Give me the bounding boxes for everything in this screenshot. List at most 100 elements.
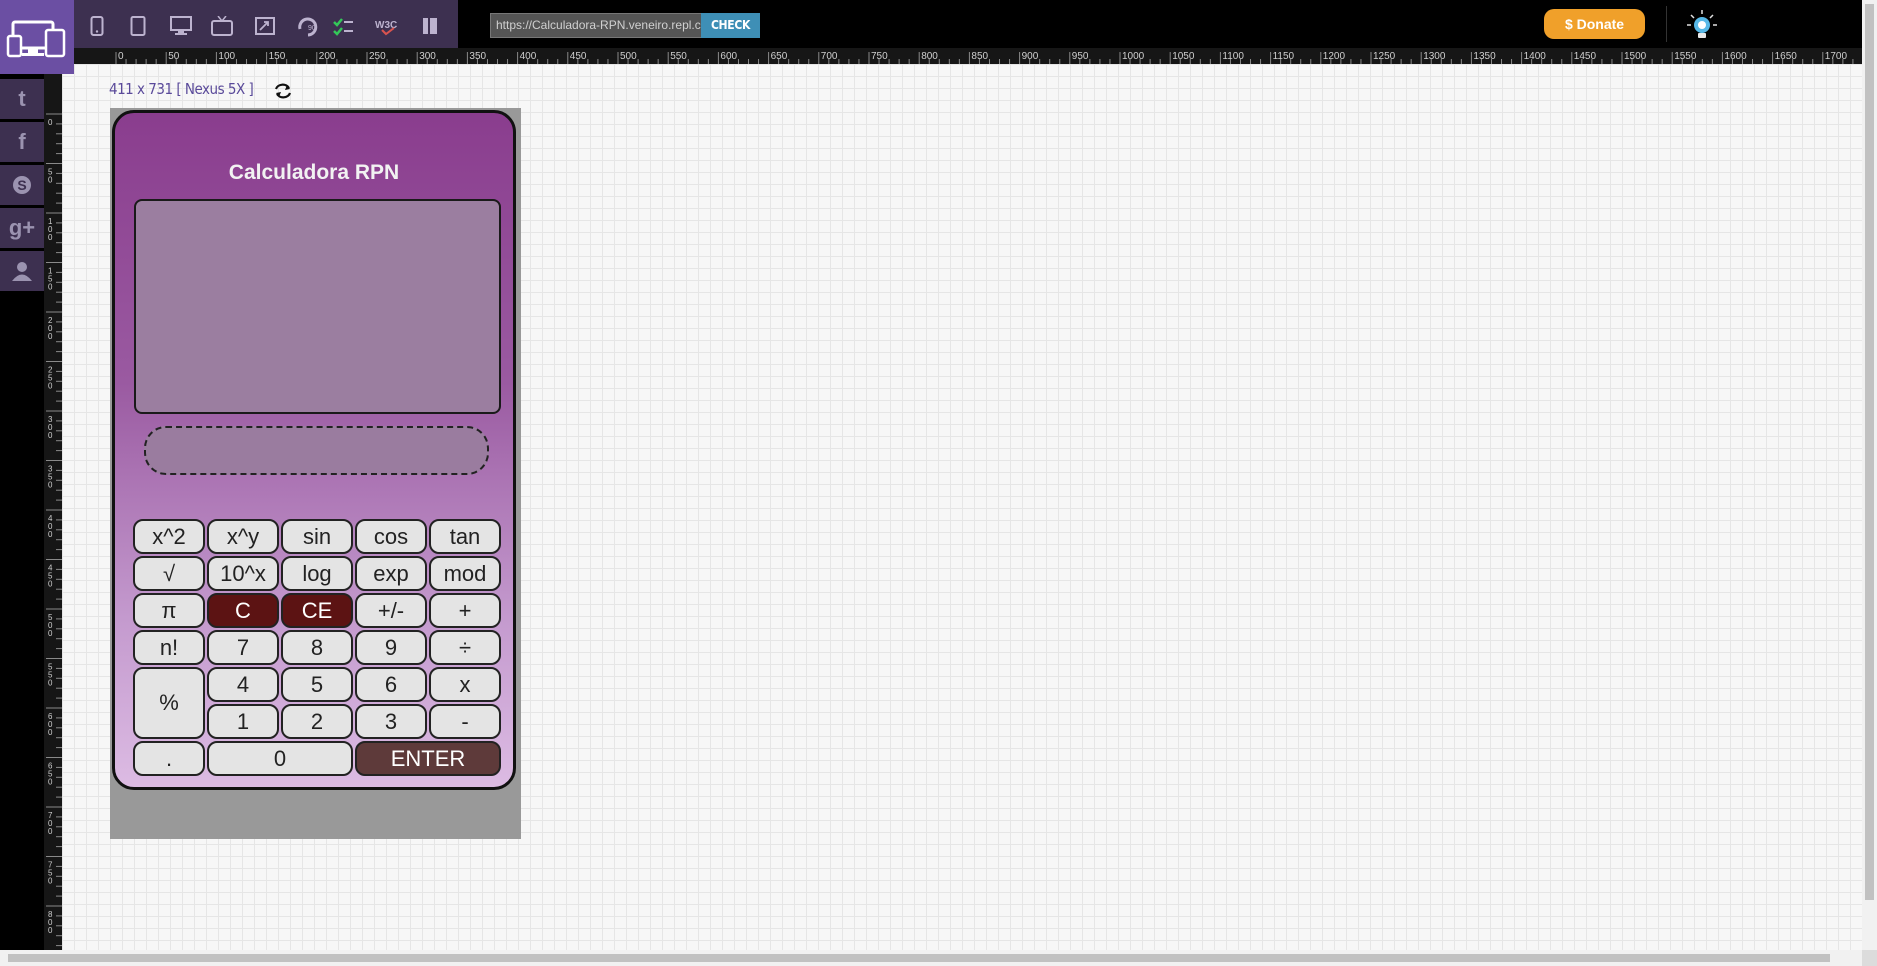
key-negate[interactable]: +/- [355, 593, 427, 628]
key-7[interactable]: 7 [207, 630, 279, 665]
key-pi[interactable]: π [133, 593, 205, 628]
key-square[interactable]: x^2 [133, 519, 205, 554]
key-percent[interactable]: % [133, 667, 205, 739]
ruler-label: 250 [369, 51, 386, 62]
checklist-icon[interactable] [325, 8, 361, 44]
url-input[interactable]: https://Calculadora-RPN.veneiro.repl.co [490, 13, 702, 38]
ruler-label: 500 [620, 51, 637, 62]
google-plus-icon[interactable]: g+ [0, 208, 44, 248]
ruler-label: 1350 [1473, 51, 1496, 62]
ruler-label: 700 [821, 51, 838, 62]
ruler-label: 400 [520, 51, 537, 62]
app-logo[interactable] [0, 0, 74, 74]
ruler-label: 750 [48, 861, 53, 886]
key-enter[interactable]: ENTER [355, 741, 501, 776]
mobile-device-icon[interactable] [79, 8, 115, 44]
svg-text:S: S [17, 177, 26, 193]
horizontal-scrollbar[interactable] [0, 950, 1862, 966]
lightbulb-icon[interactable] [1685, 8, 1719, 42]
key-factorial[interactable]: n! [133, 630, 205, 665]
ruler-label: 400 [48, 514, 53, 539]
top-toolbar: https://Calculadora-RPN.veneiro.repl.co … [0, 0, 1877, 53]
key-mod[interactable]: mod [429, 556, 501, 591]
key-tan[interactable]: tan [429, 519, 501, 554]
ruler-label: 500 [48, 613, 53, 638]
facebook-icon[interactable]: f [0, 122, 44, 162]
devices-logo-icon [6, 20, 66, 58]
ruler-label: 1400 [1524, 51, 1547, 62]
ruler-label: 1600 [1724, 51, 1747, 62]
skype-icon[interactable]: S [0, 165, 44, 205]
key-3[interactable]: 3 [355, 704, 427, 739]
device-viewport: Calculadora RPN x^2 x^y sin cos tan √ 10^x log e… [110, 108, 521, 839]
ruler-label: 1450 [1574, 51, 1597, 62]
rotate-90-icon[interactable]: 90 [290, 8, 326, 44]
ruler-label: 1100 [1222, 51, 1244, 62]
key-2[interactable]: 2 [281, 704, 353, 739]
ruler-label: 0 [48, 118, 53, 127]
responsive-tester-app: https://Calculadora-RPN.veneiro.repl.co … [0, 0, 1877, 966]
screen-resize-icon[interactable] [247, 8, 283, 44]
donate-button[interactable]: $ Donate [1544, 9, 1645, 39]
tv-device-icon[interactable] [204, 8, 240, 44]
key-decimal[interactable]: . [133, 741, 205, 776]
tablet-device-icon[interactable] [120, 8, 156, 44]
ruler-label: 1550 [1674, 51, 1697, 62]
ruler-label: 1000 [1122, 51, 1145, 62]
ruler-label: 50 [168, 51, 180, 62]
key-clear[interactable]: C [207, 593, 279, 628]
svg-text:90: 90 [308, 25, 316, 32]
ruler-label: 300 [48, 415, 53, 440]
key-divide[interactable]: ÷ [429, 630, 501, 665]
key-clear-entry[interactable]: CE [281, 593, 353, 628]
ruler-label: 50 [48, 168, 53, 185]
key-9[interactable]: 9 [355, 630, 427, 665]
check-button[interactable]: CHECK [701, 13, 760, 38]
ruler-label: 900 [1022, 51, 1039, 62]
ruler-label: 550 [48, 663, 53, 688]
ruler-label: 600 [720, 51, 737, 62]
vertical-scroll-thumb[interactable] [1865, 4, 1874, 900]
key-8[interactable]: 8 [281, 630, 353, 665]
svg-text:W3C: W3C [375, 20, 397, 31]
key-1[interactable]: 1 [207, 704, 279, 739]
ruler-label: 950 [1072, 51, 1089, 62]
device-size-label: 411 x 731 [ Nexus 5X ] [109, 80, 254, 98]
key-sin[interactable]: sin [281, 519, 353, 554]
key-sqrt[interactable]: √ [133, 556, 205, 591]
key-subtract[interactable]: - [429, 704, 501, 739]
ruler-label: 350 [469, 51, 486, 62]
ruler-label: 450 [48, 564, 53, 589]
ruler-label: 1200 [1323, 51, 1346, 62]
key-6[interactable]: 6 [355, 667, 427, 702]
calculator-title: Calculadora RPN [228, 161, 400, 184]
key-log[interactable]: log [281, 556, 353, 591]
ruler-label: 150 [48, 267, 53, 292]
entry-input[interactable] [144, 426, 489, 475]
w3c-validator-icon[interactable]: W3C [369, 8, 405, 44]
ruler-label: 100 [48, 217, 53, 242]
key-power[interactable]: x^y [207, 519, 279, 554]
key-4[interactable]: 4 [207, 667, 279, 702]
key-exp[interactable]: exp [355, 556, 427, 591]
desktop-device-icon[interactable] [163, 8, 199, 44]
key-ten-power[interactable]: 10^x [207, 556, 279, 591]
book-icon[interactable] [412, 8, 448, 44]
ruler-label: 750 [871, 51, 888, 62]
horizontal-scroll-thumb[interactable] [8, 954, 1830, 962]
key-add[interactable]: + [429, 593, 501, 628]
user-icon[interactable] [0, 251, 44, 291]
ruler-label: 550 [670, 51, 687, 62]
key-5[interactable]: 5 [281, 667, 353, 702]
ruler-label: 1700 [1825, 51, 1848, 62]
key-cos[interactable]: cos [355, 519, 427, 554]
twitter-icon[interactable]: t [0, 79, 44, 119]
ruler-label: 0 [118, 51, 124, 62]
vertical-scrollbar[interactable] [1862, 0, 1877, 950]
key-0[interactable]: 0 [207, 741, 353, 776]
ruler-label: 1250 [1373, 51, 1396, 62]
key-multiply[interactable]: x [429, 667, 501, 702]
ruler-label: 200 [319, 51, 336, 62]
vertical-ruler: 0 50 100 150 200 250 300 350 400 450 500 550 600 650 7… [44, 64, 62, 950]
rotate-icon[interactable] [272, 80, 294, 102]
